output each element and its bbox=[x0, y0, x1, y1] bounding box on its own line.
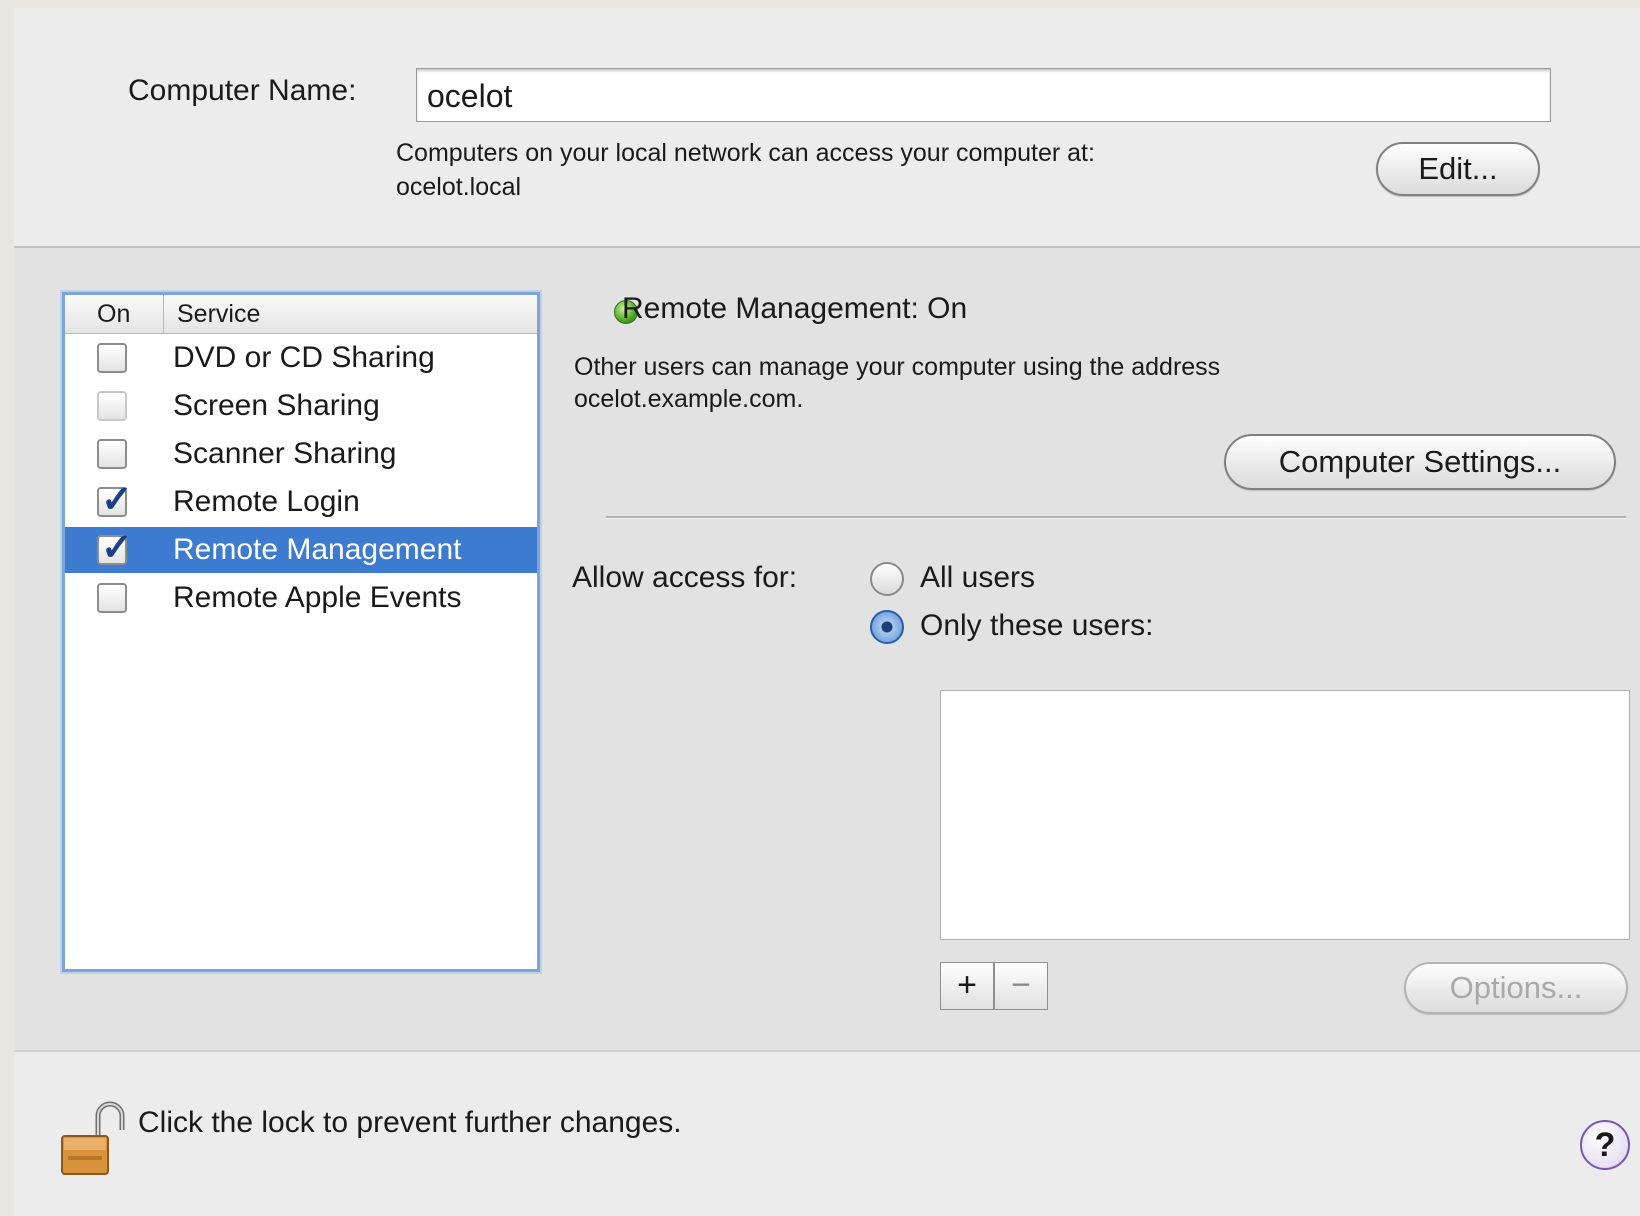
dvd-cd-sharing-checkbox[interactable] bbox=[97, 343, 127, 373]
service-row-screen-sharing[interactable]: Screen Sharing bbox=[65, 383, 537, 429]
service-name: Remote Apple Events bbox=[173, 581, 462, 614]
service-row-remote-management[interactable]: ✓ Remote Management bbox=[65, 527, 537, 573]
checkmark-icon: ✓ bbox=[101, 479, 133, 521]
footer: Click the lock to prevent further change… bbox=[14, 1052, 1640, 1216]
service-name: Screen Sharing bbox=[173, 389, 380, 422]
help-button[interactable]: ? bbox=[1580, 1120, 1630, 1170]
screen-sharing-checkbox[interactable] bbox=[97, 391, 127, 421]
only-these-users-radio[interactable] bbox=[870, 610, 904, 644]
scanner-sharing-checkbox[interactable] bbox=[97, 439, 127, 469]
computer-settings-button[interactable]: Computer Settings... bbox=[1224, 434, 1616, 490]
service-description: Other users can manage your computer usi… bbox=[574, 353, 1221, 381]
computer-name-label: Computer Name: bbox=[128, 74, 357, 107]
service-name: Scanner Sharing bbox=[173, 437, 397, 470]
service-row-remote-login[interactable]: ✓ Remote Login bbox=[65, 479, 537, 525]
service-name: Remote Login bbox=[173, 485, 360, 518]
local-address-description: Computers on your local network can acce… bbox=[396, 139, 1095, 167]
all-users-radio-label[interactable]: All users bbox=[920, 561, 1035, 595]
checkmark-icon: ✓ bbox=[101, 527, 133, 569]
service-name: DVD or CD Sharing bbox=[173, 341, 435, 374]
edit-button[interactable]: Edit... bbox=[1376, 142, 1540, 196]
lock-message: Click the lock to prevent further change… bbox=[138, 1106, 682, 1139]
sharing-preferences-window: Computer Name: ocelot Computers on your … bbox=[14, 8, 1640, 1216]
allowed-users-list[interactable] bbox=[940, 690, 1630, 940]
remote-management-checkbox[interactable]: ✓ bbox=[97, 527, 133, 569]
all-users-radio[interactable] bbox=[870, 562, 904, 596]
remote-login-checkbox[interactable]: ✓ bbox=[97, 479, 133, 521]
allow-access-label: Allow access for: bbox=[572, 561, 798, 594]
computer-name-field[interactable]: ocelot bbox=[416, 68, 1551, 122]
lock-icon[interactable] bbox=[58, 1100, 128, 1180]
add-user-button[interactable]: + bbox=[940, 962, 994, 1010]
service-name: Remote Management bbox=[173, 533, 462, 566]
column-header-on[interactable]: On bbox=[97, 300, 130, 329]
local-address-value: ocelot.local bbox=[396, 173, 522, 201]
service-address: ocelot.example.com. bbox=[574, 385, 804, 413]
service-list-header: On Service bbox=[65, 295, 537, 334]
computer-name-section: Computer Name: ocelot Computers on your … bbox=[14, 8, 1640, 248]
service-status-title: Remote Management: On bbox=[622, 292, 968, 325]
remove-user-button[interactable]: − bbox=[994, 962, 1048, 1010]
service-list: On Service DVD or CD Sharing Screen Shar… bbox=[62, 292, 540, 972]
only-these-users-radio-label[interactable]: Only these users: bbox=[920, 609, 1153, 643]
options-button[interactable]: Options... bbox=[1404, 962, 1628, 1014]
divider bbox=[606, 516, 1626, 519]
service-row-scanner-sharing[interactable]: Scanner Sharing bbox=[65, 431, 537, 477]
column-header-service[interactable]: Service bbox=[177, 300, 260, 329]
column-divider bbox=[163, 295, 164, 333]
service-row-dvd-cd-sharing[interactable]: DVD or CD Sharing bbox=[65, 335, 537, 381]
remote-apple-events-checkbox[interactable] bbox=[97, 583, 127, 613]
service-row-remote-apple-events[interactable]: Remote Apple Events bbox=[65, 575, 537, 621]
